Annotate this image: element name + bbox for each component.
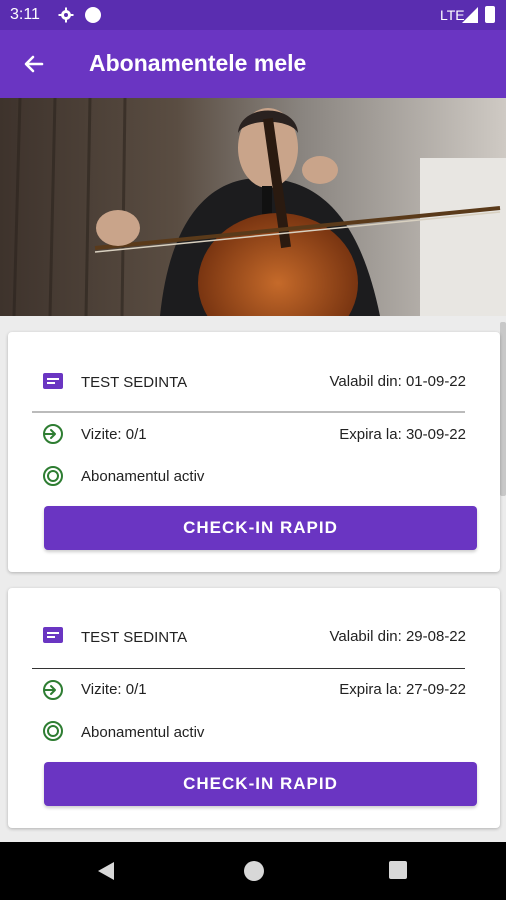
- card-icon: [43, 627, 63, 643]
- nav-recents-icon[interactable]: [389, 861, 407, 879]
- valid-from: Valabil din: 29-08-22: [329, 628, 466, 645]
- status-bar: 3:11 LTE: [0, 0, 506, 30]
- status-time: 3:11: [10, 6, 40, 23]
- check-in-button[interactable]: CHECK-IN RAPID: [44, 762, 477, 806]
- check-in-button[interactable]: CHECK-IN RAPID: [44, 506, 477, 550]
- divider: [32, 411, 465, 413]
- subscription-card: TEST SEDINTA Valabil din: 29-08-22 Vizit…: [8, 588, 500, 828]
- visits-count: Vizite: 0/1: [81, 426, 147, 443]
- nav-back-icon[interactable]: [96, 861, 116, 881]
- divider: [32, 668, 465, 669]
- hero-image: [0, 98, 506, 316]
- signal-icon: [462, 7, 478, 23]
- subscription-name: TEST SEDINTA: [81, 629, 188, 646]
- expiry-date: Expira la: 27-09-22: [339, 681, 466, 698]
- page-title: Abonamentele mele: [89, 50, 307, 76]
- visits-count: Vizite: 0/1: [81, 681, 147, 698]
- arrow-left-icon[interactable]: [20, 50, 48, 78]
- system-nav-bar: [0, 842, 506, 900]
- card-icon: [43, 373, 63, 389]
- battery-icon: [485, 6, 495, 23]
- valid-from: Valabil din: 01-09-22: [329, 373, 466, 390]
- login-arrow-icon: [43, 680, 63, 700]
- nav-home-icon[interactable]: [244, 861, 264, 881]
- subscription-status: Abonamentul activ: [81, 468, 205, 485]
- app-bar: Abonamentele mele: [0, 30, 506, 98]
- subscription-name: TEST SEDINTA: [81, 374, 188, 391]
- subscription-card: TEST SEDINTA Valabil din: 01-09-22 Vizit…: [8, 332, 500, 572]
- login-arrow-icon: [43, 424, 63, 444]
- network-type: LTE: [440, 7, 465, 23]
- gear-icon: [58, 7, 74, 23]
- notification-dot-icon: [85, 7, 101, 23]
- scrollbar[interactable]: [500, 322, 506, 496]
- expiry-date: Expira la: 30-09-22: [339, 426, 466, 443]
- target-icon: [43, 721, 63, 741]
- subscription-status: Abonamentul activ: [81, 724, 205, 741]
- target-icon: [43, 466, 63, 486]
